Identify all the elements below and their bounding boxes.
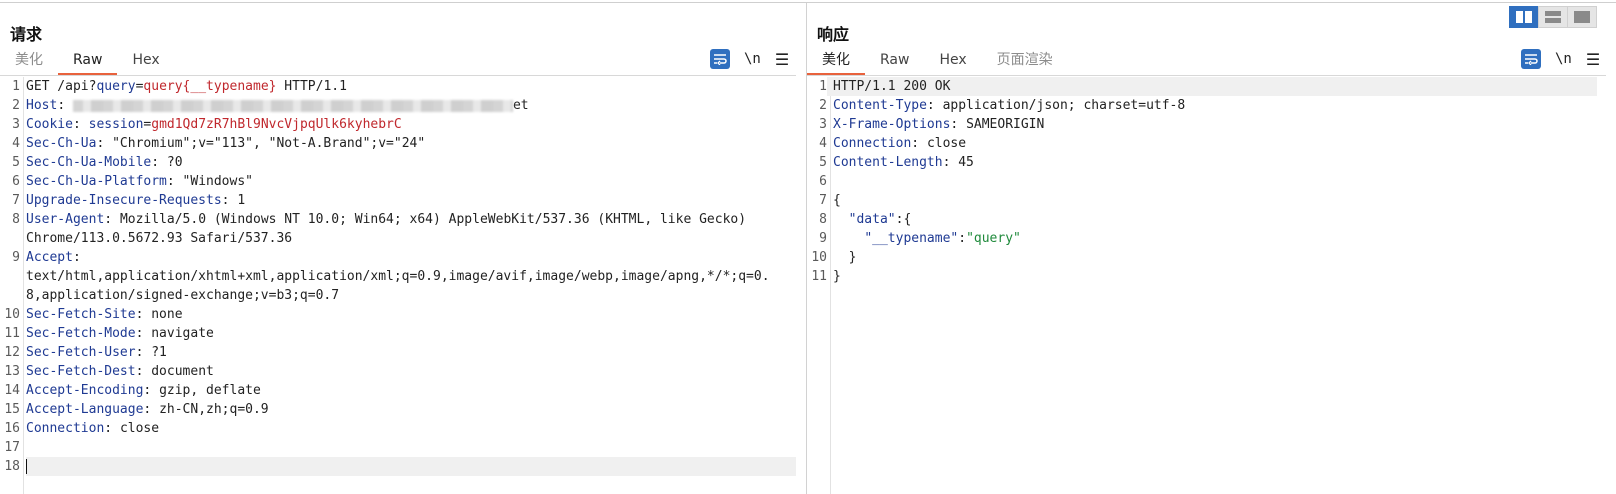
request-menu-icon[interactable]: ☰ [775,50,789,69]
text-cursor [26,459,27,474]
request-line: 4 Sec-Ch-Ua: "Chromium";v="113", "Not-A.B… [12,136,426,151]
response-tab-raw[interactable]: Raw [865,49,924,75]
request-line: 9 Accept: [12,250,81,265]
word-wrap-icon [1525,54,1538,65]
request-line: 14 Accept-Encoding: gzip, deflate [4,383,261,398]
redacted-host [72,99,513,112]
request-editor[interactable]: 1 GET /api?query=query{__typename} HTTP/1… [0,77,806,494]
request-tabs: 美化 Raw Hex [0,49,175,75]
request-wrap-toggle[interactable] [710,49,730,69]
request-line: 8 User-Agent: Mozilla/5.0 (Windows NT 10.… [12,212,747,227]
request-tab-pretty[interactable]: 美化 [0,49,58,75]
request-line-continuation: text/html,application/xhtml+xml,applicat… [26,269,770,284]
request-tab-raw[interactable]: Raw [58,49,118,75]
response-line: 11} [811,269,841,284]
response-line: 3 X-Frame-Options: SAMEORIGIN [819,117,1045,132]
request-line: 17 [4,440,20,455]
response-line: 9 "__typename":"query" [819,231,1021,246]
response-line: 4 Connection: close [819,136,967,151]
request-line: 16 Connection: close [4,421,160,436]
request-line: 12 Sec-Fetch-User: ?1 [4,345,167,360]
response-line: 1 HTTP/1.1 200 OK [807,77,1616,96]
request-line: 7 Upgrade-Insecure-Requests: 1 [12,193,246,208]
request-line: 10 Sec-Fetch-Site: none [4,307,183,322]
response-pane: 响应 美化 Raw Hex 页面渲染 \n ☰ 1 HTTP/1.1 200 OK… [807,3,1616,494]
request-line: 15 Accept-Language: zh-CN,zh;q=0.9 [4,402,269,417]
request-line-current[interactable]: 18 [0,457,806,476]
response-toolbar: \n ☰ [1521,47,1600,71]
request-line: 6 Sec-Ch-Ua-Platform: "Windows" [12,174,253,189]
response-wrap-toggle[interactable] [1521,49,1541,69]
request-line: 3 Cookie: session=gmd1Qd7zR7hBl9NvcVjpqUl… [12,117,402,132]
request-show-newlines-button[interactable]: \n [744,51,761,67]
request-line-continuation: Chrome/113.0.5672.93 Safari/537.36 [26,231,293,246]
response-line: 6 [819,174,827,189]
response-line: 5 Content-Length: 45 [819,155,974,170]
response-tab-hex[interactable]: Hex [924,49,981,75]
request-line: 13 Sec-Fetch-Dest: document [4,364,214,379]
response-tab-divider [807,75,1606,76]
response-tab-pretty[interactable]: 美化 [807,49,865,75]
word-wrap-icon [714,54,727,65]
response-show-newlines-button[interactable]: \n [1555,51,1572,67]
request-line-continuation: 8,application/signed-exchange;v=b3;q=0.7 [26,288,340,303]
request-line: 11 Sec-Fetch-Mode: navigate [4,326,214,341]
response-line: 7{ [819,193,841,208]
request-line: 1 GET /api?query=query{__typename} HTTP/1… [12,79,347,94]
response-tabs: 美化 Raw Hex 页面渲染 [807,49,1068,75]
response-menu-icon[interactable]: ☰ [1586,50,1600,69]
response-line: 10 } [811,250,857,265]
request-tab-hex[interactable]: Hex [117,49,174,75]
response-tab-render[interactable]: 页面渲染 [982,49,1068,75]
request-toolbar: \n ☰ [710,47,789,71]
response-title: 响应 [817,25,850,44]
response-line: 2 Content-Type: application/json; charset… [819,98,1186,113]
response-editor[interactable]: 1 HTTP/1.1 200 OK 2 Content-Type: applicat… [807,77,1616,494]
request-line: 2 Host: et [12,98,529,113]
request-tab-divider [0,75,796,76]
response-line: 8 "data":{ [819,212,912,227]
request-pane: 请求 美化 Raw Hex \n ☰ 1 GET /api?query=query… [0,3,806,494]
request-title: 请求 [10,25,43,44]
request-line: 5 Sec-Ch-Ua-Mobile: ?0 [12,155,183,170]
